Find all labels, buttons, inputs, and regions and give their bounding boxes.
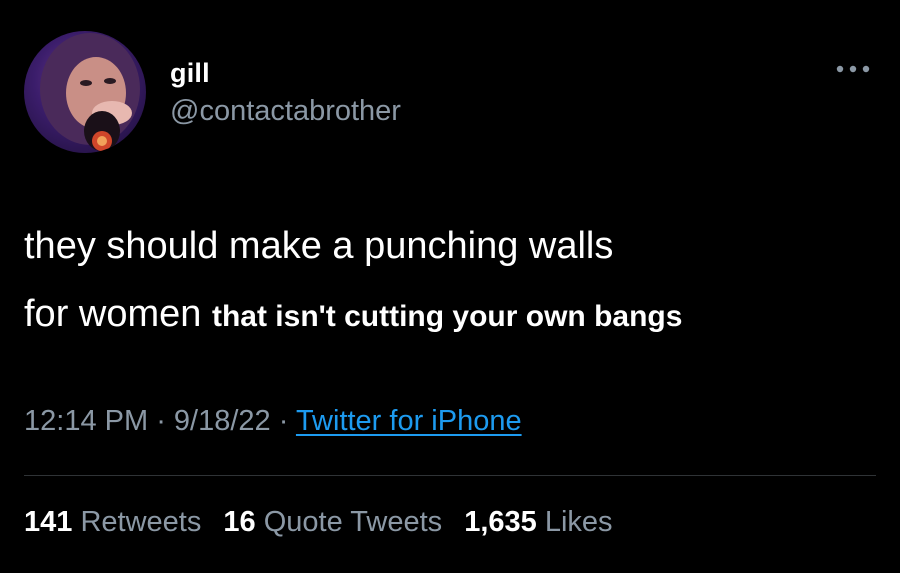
tweet-stats: 141 Retweets 16 Quote Tweets 1,635 Likes [24, 506, 627, 539]
quote-tweets-label: Quote Tweets [263, 506, 443, 538]
more-horizontal-icon [836, 65, 870, 73]
user-avatar[interactable] [24, 31, 146, 153]
tweet-metadata: 12:14 PM · 9/18/22 · Twitter for iPhone [24, 405, 522, 438]
user-handle[interactable]: @contactabrother [170, 95, 401, 128]
tweet-text-line-1: they should make a punching walls [24, 225, 614, 267]
retweets-label: Retweets [80, 506, 202, 538]
meta-separator: · [270, 405, 296, 437]
tweet-source-link[interactable]: Twitter for iPhone [296, 405, 522, 437]
tweet-text-regular: for women [24, 293, 202, 335]
tweet-text: they should make a punching walls for wo… [24, 212, 894, 351]
tweet-text-line-2: for women that isn't cutting your own ba… [24, 280, 894, 351]
tweet-date[interactable]: 9/18/22 [174, 405, 271, 437]
meta-separator: · [148, 405, 174, 437]
tweet-time[interactable]: 12:14 PM [24, 405, 148, 437]
more-options-button[interactable] [834, 56, 872, 82]
likes-count: 1,635 [464, 506, 537, 538]
likes-stat[interactable]: 1,635 Likes [464, 506, 612, 538]
avatar-photo-icon [40, 33, 140, 151]
stats-divider [24, 475, 876, 476]
tweet-text-bold: that isn't cutting your own bangs [211, 300, 683, 333]
tweet-card: gill @contactabrother they should make a… [0, 0, 900, 573]
quote-tweets-count: 16 [223, 506, 256, 538]
retweets-stat[interactable]: 141 Retweets [24, 506, 201, 538]
display-name[interactable]: gill [170, 58, 210, 89]
likes-label: Likes [544, 506, 613, 538]
quote-tweets-stat[interactable]: 16 Quote Tweets [223, 506, 442, 538]
retweets-count: 141 [24, 506, 73, 538]
